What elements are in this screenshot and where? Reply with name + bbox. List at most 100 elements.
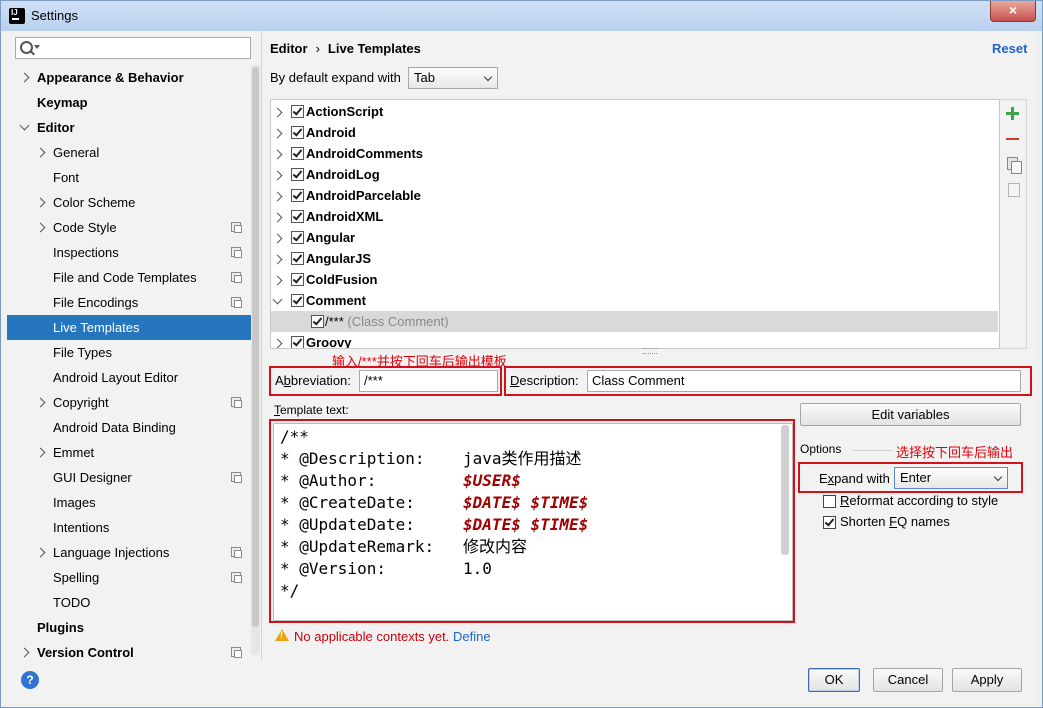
template-group-checkbox[interactable] [291, 252, 304, 265]
template-group-row[interactable]: Angular [271, 227, 998, 248]
chevron-right-icon[interactable] [35, 447, 46, 458]
template-group-row[interactable]: ColdFusion [271, 269, 998, 290]
sidebar-item-todo[interactable]: TODO [7, 590, 251, 615]
sidebar-item-code-style[interactable]: Code Style [7, 215, 251, 240]
help-icon[interactable]: ? [21, 671, 39, 689]
settings-sidebar: Appearance & Behavior Keymap Editor General… [7, 31, 262, 661]
splitter-handle[interactable] [643, 348, 657, 354]
editor-scrollbar[interactable] [781, 425, 789, 555]
sidebar-item-file-encodings[interactable]: File Encodings [7, 290, 251, 315]
sidebar-item-live-templates[interactable]: Live Templates [7, 315, 251, 340]
sidebar-item-plugins[interactable]: Plugins [7, 615, 251, 640]
template-group-row[interactable]: AngularJS [271, 248, 998, 269]
template-group-checkbox[interactable] [291, 294, 304, 307]
reformat-checkbox[interactable] [823, 495, 836, 508]
sidebar-item-spelling[interactable]: Spelling [7, 565, 251, 590]
chevron-right-icon[interactable] [35, 147, 46, 158]
chevron-right-icon[interactable] [19, 72, 30, 83]
template-item-row[interactable]: /*** (Class Comment) [271, 311, 998, 332]
shorten-fq-names-checkbox[interactable] [823, 516, 836, 529]
template-group-name: AndroidComments [306, 146, 423, 161]
template-group-checkbox[interactable] [291, 189, 304, 202]
sidebar-item-gui-designer[interactable]: GUI Designer [7, 465, 251, 490]
define-link[interactable]: Define [453, 629, 491, 644]
sidebar-item-font[interactable]: Font [7, 165, 251, 190]
template-item-checkbox[interactable] [311, 315, 324, 328]
chevron-down-icon[interactable] [272, 294, 283, 305]
sidebar-scroll-thumb[interactable] [252, 67, 259, 627]
template-group-row[interactable]: ActionScript [271, 101, 998, 122]
add-template-icon[interactable] [1006, 107, 1019, 120]
apply-button[interactable]: Apply [952, 668, 1022, 692]
chevron-right-icon[interactable] [272, 212, 283, 223]
sidebar-item-label: Live Templates [53, 320, 140, 335]
sidebar-item-file-and-code-templates[interactable]: File and Code Templates [7, 265, 251, 290]
chevron-right-icon[interactable] [272, 107, 283, 118]
template-group-row[interactable]: AndroidComments [271, 143, 998, 164]
shorten-fq-names-label[interactable]: Shorten FQ names [840, 514, 950, 529]
reformat-label[interactable]: Reformat according to style [840, 493, 998, 508]
chevron-right-icon[interactable] [35, 222, 46, 233]
template-group-checkbox[interactable] [291, 147, 304, 160]
template-group-checkbox[interactable] [291, 231, 304, 244]
template-group-checkbox[interactable] [291, 105, 304, 118]
chevron-right-icon[interactable] [272, 233, 283, 244]
chevron-right-icon[interactable] [35, 547, 46, 558]
sidebar-item-color-scheme[interactable]: Color Scheme [7, 190, 251, 215]
template-group-row[interactable]: Comment [271, 290, 998, 311]
chevron-right-icon[interactable] [272, 170, 283, 181]
template-group-checkbox[interactable] [291, 126, 304, 139]
sidebar-item-android-layout-editor[interactable]: Android Layout Editor [7, 365, 251, 390]
chevron-right-icon[interactable] [272, 254, 283, 265]
sidebar-item-images[interactable]: Images [7, 490, 251, 515]
sidebar-item-version-control[interactable]: Version Control [7, 640, 251, 665]
sidebar-item-appearance-behavior[interactable]: Appearance & Behavior [7, 65, 251, 90]
sidebar-scrollbar[interactable] [251, 65, 260, 655]
template-group-row[interactable]: Groovy [271, 332, 998, 348]
project-settings-icon [231, 222, 242, 233]
template-group-checkbox[interactable] [291, 168, 304, 181]
expand-with-select[interactable]: Enter [894, 467, 1008, 489]
chevron-right-icon[interactable] [19, 647, 30, 658]
cancel-button[interactable]: Cancel [873, 668, 943, 692]
chevron-right-icon[interactable] [272, 149, 283, 160]
description-field[interactable]: Class Comment [587, 370, 1021, 392]
sidebar-item-general[interactable]: General [7, 140, 251, 165]
breadcrumb-parent[interactable]: Editor [270, 41, 308, 56]
edit-variables-button[interactable]: Edit variables [800, 403, 1021, 426]
sidebar-item-emmet[interactable]: Emmet [7, 440, 251, 465]
restore-defaults-icon[interactable] [1008, 183, 1020, 197]
sidebar-item-keymap[interactable]: Keymap [7, 90, 251, 115]
sidebar-item-intentions[interactable]: Intentions [7, 515, 251, 540]
sidebar-item-language-injections[interactable]: Language Injections [7, 540, 251, 565]
chevron-right-icon[interactable] [272, 128, 283, 139]
chevron-right-icon[interactable] [35, 197, 46, 208]
ok-button[interactable]: OK [808, 668, 860, 692]
chevron-down-icon[interactable] [19, 120, 30, 131]
sidebar-item-copyright[interactable]: Copyright [7, 390, 251, 415]
chevron-right-icon[interactable] [35, 397, 46, 408]
template-group-checkbox[interactable] [291, 273, 304, 286]
template-group-checkbox[interactable] [291, 210, 304, 223]
search-input[interactable] [15, 37, 251, 59]
reset-link[interactable]: Reset [992, 41, 1027, 56]
sidebar-item-inspections[interactable]: Inspections [7, 240, 251, 265]
chevron-right-icon[interactable] [272, 275, 283, 286]
sidebar-item-editor[interactable]: Editor [7, 115, 251, 140]
template-group-row[interactable]: AndroidParcelable [271, 185, 998, 206]
remove-template-icon[interactable] [1006, 138, 1019, 140]
close-button[interactable]: × [990, 1, 1036, 22]
template-group-row[interactable]: Android [271, 122, 998, 143]
default-expand-select[interactable]: Tab [408, 67, 498, 89]
duplicate-template-icon[interactable] [1007, 157, 1022, 174]
template-group-row[interactable]: AndroidXML [271, 206, 998, 227]
sidebar-item-android-data-binding[interactable]: Android Data Binding [7, 415, 251, 440]
template-text-editor[interactable]: /** * @Description: java类作用描述 * @Author: $… [273, 423, 793, 621]
template-group-row[interactable]: AndroidLog [271, 164, 998, 185]
chevron-right-icon[interactable] [272, 338, 283, 348]
sidebar-item-file-types[interactable]: File Types [7, 340, 251, 365]
chevron-down-icon[interactable] [34, 45, 40, 49]
template-group-checkbox[interactable] [291, 336, 304, 348]
abbreviation-field[interactable]: /*** [359, 370, 498, 392]
chevron-right-icon[interactable] [272, 191, 283, 202]
